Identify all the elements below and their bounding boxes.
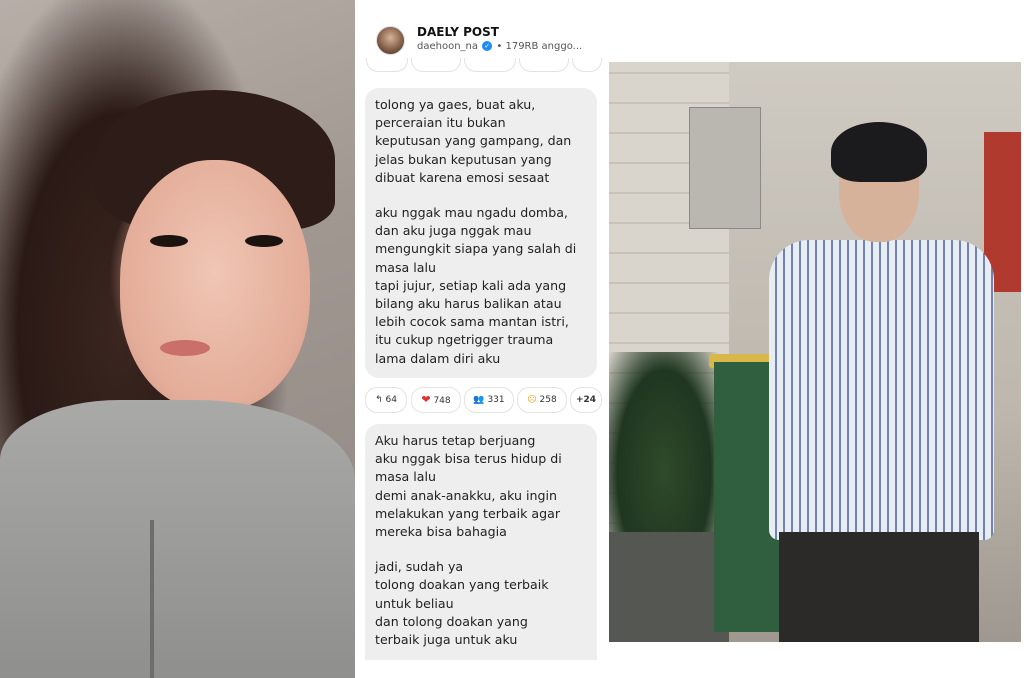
message-bubble-1: tolong ya gaes, buat aku, perceraian itu… (365, 88, 597, 378)
man-standing-photo (609, 62, 1021, 642)
previous-reactions-row (366, 58, 602, 74)
message-paragraph: jadi, sudah ya tolong doakan yang terbai… (375, 559, 549, 648)
man-hair (831, 122, 927, 182)
reaction-chip[interactable] (464, 58, 516, 72)
gray-hoodie (0, 400, 355, 678)
reaction-chip[interactable] (572, 58, 602, 72)
channel-avatar[interactable] (376, 26, 405, 55)
planter-box (609, 532, 729, 642)
sad-face-icon: ☹ (527, 395, 537, 405)
right-eye (245, 235, 283, 247)
hoodie-zipper (150, 520, 154, 678)
channel-post: DAELY POST daehoon_na ✓ • 179RB anggo...… (362, 0, 602, 678)
reaction-count: +24 (575, 395, 597, 405)
plant (609, 352, 719, 552)
message-bubble-2: Aku harus tetap berjuang aku nggak bisa … (365, 424, 597, 660)
channel-name[interactable]: DAELY POST (417, 25, 499, 39)
member-count: • 179RB anggo... (496, 41, 583, 52)
message-paragraph: aku nggak mau ngadu domba, dan aku juga … (375, 205, 577, 366)
left-eye (150, 235, 188, 247)
lips (160, 340, 210, 356)
reaction-count: 748 (433, 396, 451, 406)
face (120, 160, 310, 410)
reaction-chip[interactable] (411, 58, 461, 72)
striped-shirt (769, 240, 994, 540)
dark-trousers (779, 532, 979, 642)
reaction-count: 331 (487, 395, 505, 405)
reaction-count: 258 (539, 395, 557, 405)
hands-icon: 👥 (473, 395, 485, 405)
message-paragraph: tolong ya gaes, buat aku, perceraian itu… (375, 97, 572, 185)
more-reactions-chip[interactable]: +24 (570, 387, 602, 413)
woman-selfie-photo (0, 0, 355, 678)
message-paragraph: Aku harus tetap berjuang aku nggak bisa … (375, 433, 562, 540)
heart-icon: ❤ (421, 393, 431, 406)
reaction-chip[interactable] (366, 58, 408, 72)
reply-chip[interactable]: ↰ 64 (365, 387, 407, 413)
reaction-bar: ↰ 64 ❤ 748 👥 331 ☹ 258 +24 (362, 387, 602, 413)
hands-reaction-chip[interactable]: 👥 331 (464, 387, 514, 413)
post-header: DAELY POST daehoon_na ✓ • 179RB anggo... (362, 0, 602, 58)
channel-handle[interactable]: daehoon_na (417, 41, 478, 52)
sad-reaction-chip[interactable]: ☹ 258 (517, 387, 567, 413)
wall-unit (689, 107, 761, 229)
reaction-chip[interactable] (519, 58, 569, 72)
channel-subtitle: daehoon_na ✓ • 179RB anggo... (417, 41, 582, 52)
reaction-count: 64 (385, 395, 397, 405)
verified-badge-icon: ✓ (482, 41, 493, 51)
reply-icon: ↰ (375, 395, 383, 405)
heart-reaction-chip[interactable]: ❤ 748 (411, 387, 461, 413)
